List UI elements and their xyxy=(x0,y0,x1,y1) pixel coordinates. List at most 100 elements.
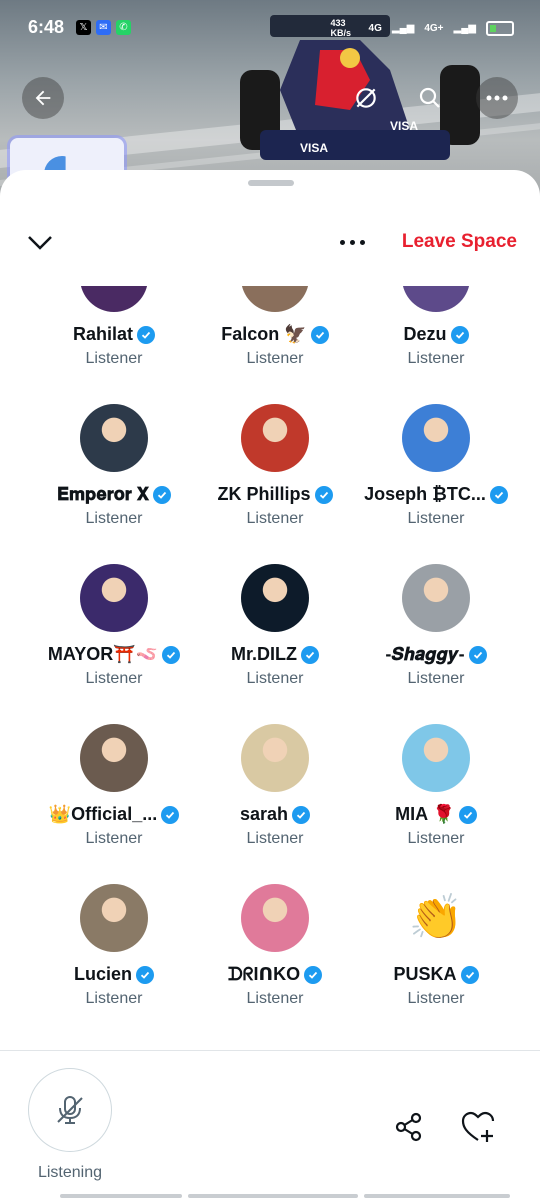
avatar[interactable] xyxy=(80,884,148,952)
participant-name: Dezu xyxy=(403,324,447,344)
avatar[interactable] xyxy=(80,564,148,632)
participant-card[interactable]: -𝑺𝒉𝒂𝒈𝒈𝒚- Listener xyxy=(356,564,516,714)
heart-plus-icon xyxy=(461,1111,495,1142)
avatar[interactable] xyxy=(80,724,148,792)
notification-icons: 𝕏 ✉ ✆ xyxy=(76,20,131,35)
whatsapp-icon: ✆ xyxy=(116,20,131,35)
eye-off-icon xyxy=(356,88,376,108)
participant-name: 𝐄𝐦𝐩𝐞𝐫𝐨𝐫 𝐗 xyxy=(56,484,150,504)
verified-badge-icon xyxy=(450,325,469,344)
participant-name-row: Mr.DILZ xyxy=(195,644,355,665)
participant-card[interactable]: 👏 PUSKA Listener xyxy=(356,884,516,1034)
gesture-segment xyxy=(188,1194,358,1198)
hero-more-button[interactable] xyxy=(476,77,518,119)
participant-role: Listener xyxy=(246,350,304,367)
status-indicators: 433 KB/s 4G ▂▄▆ 4G+ ▂▄▆ xyxy=(331,18,514,38)
more-dot xyxy=(359,239,365,245)
participant-role: Listener xyxy=(85,350,143,367)
collapse-button[interactable] xyxy=(26,228,54,256)
avatar[interactable] xyxy=(402,286,470,312)
more-options-button[interactable] xyxy=(336,232,368,252)
participant-role: Listener xyxy=(85,830,143,847)
avatar[interactable] xyxy=(402,564,470,632)
participants-grid: Rahilat Listener Falcon 🦅 Listener Dezu Liste… xyxy=(0,286,540,1050)
verified-badge-icon xyxy=(153,485,172,504)
participant-card[interactable]: Mr.DILZ Listener xyxy=(195,564,355,714)
participant-card[interactable]: Lucien Listener xyxy=(34,884,194,1034)
participant-card[interactable]: Joseph ₿TC... Listener xyxy=(356,404,516,554)
avatar[interactable] xyxy=(241,724,309,792)
participant-name-row: Lucien xyxy=(34,964,194,985)
participant-card[interactable]: Falcon 🦅 Listener xyxy=(195,286,355,394)
footer-divider xyxy=(0,1050,540,1051)
avatar[interactable] xyxy=(241,404,309,472)
verified-badge-icon xyxy=(468,645,487,664)
gesture-segment xyxy=(364,1194,510,1198)
avatar[interactable] xyxy=(241,884,309,952)
sheet-header: Leave Space xyxy=(0,226,540,260)
network-type-1: 4G xyxy=(368,22,382,34)
participant-card[interactable]: 𝐄𝐦𝐩𝐞𝐫𝐨𝐫 𝐗 Listener xyxy=(34,404,194,554)
participant-name: PUSKA xyxy=(393,964,457,984)
sheet-grabber[interactable] xyxy=(248,180,294,186)
mic-off-icon xyxy=(57,1096,83,1124)
participant-role: Listener xyxy=(85,990,143,1007)
gesture-segment xyxy=(60,1194,182,1198)
participant-name-row: MAYOR⛩️🪱 xyxy=(34,644,194,665)
participant-role: Listener xyxy=(246,510,304,527)
avatar[interactable] xyxy=(402,724,470,792)
participant-card[interactable]: MIA 🌹 Listener xyxy=(356,724,516,874)
participant-role: Listener xyxy=(85,510,143,527)
space-sheet: Leave Space Rahilat Listener Falcon 🦅 Liste… xyxy=(0,170,540,1200)
participant-name: Mr.DILZ xyxy=(231,644,297,664)
participant-name: ᗪᖇIᑎKO xyxy=(227,964,301,984)
participant-name: 👑Official_... xyxy=(48,804,158,824)
participant-name: sarah xyxy=(239,804,289,824)
participant-card[interactable]: 👑Official_... Listener xyxy=(34,724,194,874)
add-reaction-button[interactable] xyxy=(460,1110,496,1144)
participant-card[interactable]: MAYOR⛩️🪱 Listener xyxy=(34,564,194,714)
avatar[interactable] xyxy=(80,404,148,472)
leave-space-button[interactable]: Leave Space xyxy=(402,231,517,253)
verified-badge-icon xyxy=(310,325,329,344)
participant-name: ZK Phillips xyxy=(217,484,311,504)
participant-card[interactable]: ᗪᖇIᑎKO Listener xyxy=(195,884,355,1034)
participant-name-row: Joseph ₿TC... xyxy=(356,484,516,505)
verified-badge-icon xyxy=(136,965,154,984)
listening-label: Listening xyxy=(37,1164,103,1181)
participant-card[interactable]: Rahilat Listener xyxy=(34,286,194,394)
verified-badge-icon xyxy=(458,805,477,824)
search-button[interactable] xyxy=(416,84,444,112)
share-icon xyxy=(395,1112,422,1142)
arrow-left-icon xyxy=(35,90,51,106)
verified-badge-icon xyxy=(304,965,323,984)
participant-name: Joseph ₿TC... xyxy=(364,484,486,504)
participant-name: Lucien xyxy=(73,964,132,984)
avatar[interactable] xyxy=(241,564,309,632)
svg-text:VISA: VISA xyxy=(300,141,328,155)
avatar[interactable] xyxy=(80,286,148,312)
avatar[interactable] xyxy=(402,404,470,472)
participant-card[interactable]: Dezu Listener xyxy=(356,286,516,394)
participant-role: Listener xyxy=(407,510,465,527)
signal-icon: ▂▄▆ xyxy=(391,22,415,34)
participant-role: Listener xyxy=(85,670,143,687)
chevron-down-icon xyxy=(28,236,52,250)
more-dot xyxy=(339,239,345,245)
hide-cover-button[interactable] xyxy=(352,84,380,112)
avatar[interactable]: 👏 xyxy=(402,884,470,952)
verified-badge-icon xyxy=(161,805,180,824)
avatar[interactable] xyxy=(241,286,309,312)
mic-button[interactable] xyxy=(28,1068,112,1152)
participant-card[interactable]: ZK Phillips Listener xyxy=(195,404,355,554)
participant-card[interactable]: sarah Listener xyxy=(195,724,355,874)
verified-badge-icon xyxy=(460,965,479,984)
back-button[interactable] xyxy=(22,77,64,119)
participant-name: Rahilat xyxy=(72,324,133,344)
battery-icon xyxy=(486,20,514,36)
search-icon xyxy=(419,87,440,108)
participant-name-row: 𝐄𝐦𝐩𝐞𝐫𝐨𝐫 𝐗 xyxy=(34,484,194,505)
x-app-icon: 𝕏 xyxy=(76,20,91,35)
participant-role: Listener xyxy=(407,990,465,1007)
share-button[interactable] xyxy=(392,1110,426,1144)
